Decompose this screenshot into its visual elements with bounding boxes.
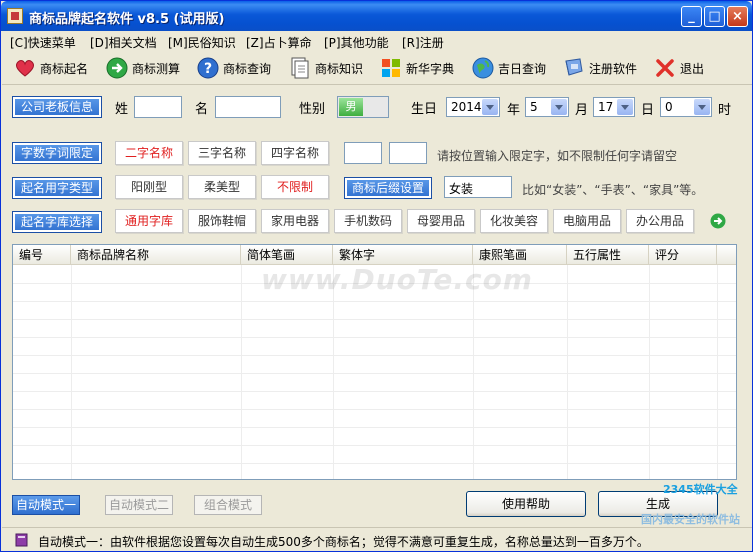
- help-icon: ?: [197, 57, 219, 79]
- tool-brand-knowledge[interactable]: 商标知识: [289, 54, 363, 82]
- status-bar: 自动模式一：由软件根据您设置每次自动生成500多个商标名；觉得不满意可重复生成，…: [2, 527, 752, 551]
- day-label: 日: [641, 103, 655, 118]
- limit-hint: 请按位置输入限定字，如不限制任何字请留空: [437, 149, 678, 163]
- feminine-option[interactable]: 柔美型: [188, 175, 256, 199]
- gender-toggle[interactable]: 男: [337, 96, 389, 118]
- col-brand-name[interactable]: 商标品牌名称: [71, 245, 241, 265]
- col-simplified-strokes[interactable]: 简体笔画: [241, 245, 333, 265]
- arrow-right-icon: [106, 57, 128, 79]
- library-digital[interactable]: 手机数码: [334, 209, 402, 233]
- suffix-settings-button[interactable]: 商标后缀设置: [344, 177, 432, 199]
- site-logo: 2345软件大全 国内最安全的软件站: [641, 483, 740, 526]
- company-boss-info-button[interactable]: 公司老板信息: [12, 96, 102, 118]
- table-header: 编号 商标品牌名称 简体笔画 繁体字 康熙笔画 五行属性 评分: [13, 245, 736, 265]
- chevron-down-icon: [551, 99, 567, 115]
- app-icon: [7, 8, 23, 24]
- toolbar: 商标起名 商标测算 ? 商标查询 商标知识 新华字典 吉日查询 注册软件 退出: [2, 51, 752, 85]
- auto-mode-2-button[interactable]: 自动模式二: [105, 495, 173, 515]
- limit-char-2-input[interactable]: [389, 142, 427, 164]
- given-name-input[interactable]: [215, 96, 281, 118]
- status-text: 自动模式一：由软件根据您设置每次自动生成500多个商标名；觉得不满意可重复生成，…: [38, 535, 649, 549]
- app-window: 商标品牌起名软件 v8.5 (试用版) _ □ × [C]快速菜单 [D]相关文…: [0, 0, 753, 552]
- col-kangxi-strokes[interactable]: 康熙笔画: [473, 245, 567, 265]
- book-icon: [14, 532, 30, 548]
- chevron-down-icon: [482, 99, 498, 115]
- library-appliances[interactable]: 家用电器: [261, 209, 329, 233]
- unlimited-option[interactable]: 不限制: [261, 175, 329, 199]
- auto-mode-1-button[interactable]: 自动模式一: [12, 495, 80, 515]
- chevron-down-icon: [617, 99, 633, 115]
- menu-divination[interactable]: [Z]占卜算命: [246, 34, 312, 51]
- library-office[interactable]: 办公用品: [626, 209, 694, 233]
- title-bar[interactable]: 商标品牌起名软件 v8.5 (试用版) _ □ ×: [1, 1, 752, 31]
- surname-label: 姓: [115, 102, 129, 117]
- day-select[interactable]: 17: [593, 97, 635, 117]
- tool-brand-naming[interactable]: 商标起名: [14, 54, 88, 82]
- masculine-option[interactable]: 阳刚型: [115, 175, 183, 199]
- menu-docs[interactable]: [D]相关文档: [90, 34, 157, 51]
- tool-exit[interactable]: 退出: [654, 54, 704, 82]
- close-x-icon: [654, 57, 676, 79]
- chevron-down-icon: [694, 99, 710, 115]
- hour-select[interactable]: 0: [660, 97, 712, 117]
- watermark: www.DuoTe.com: [261, 263, 533, 296]
- windows-flag-icon: [380, 57, 402, 79]
- col-five-elements[interactable]: 五行属性: [567, 245, 649, 265]
- combo-mode-button[interactable]: 组合模式: [194, 495, 262, 515]
- tool-brand-evaluate[interactable]: 商标测算: [106, 54, 180, 82]
- globe-icon: [472, 57, 494, 79]
- svg-text:?: ?: [204, 61, 212, 77]
- menu-bar: [C]快速菜单 [D]相关文档 [M]民俗知识 [Z]占卜算命 [P]其他功能 …: [2, 31, 752, 51]
- menu-quick[interactable]: [C]快速菜单: [10, 34, 76, 51]
- col-traditional[interactable]: 繁体字: [333, 245, 473, 265]
- menu-other[interactable]: [P]其他功能: [324, 34, 389, 51]
- menu-register[interactable]: [R]注册: [402, 34, 444, 51]
- tool-brand-query[interactable]: ? 商标查询: [197, 54, 271, 82]
- birthday-label: 生日: [411, 102, 438, 117]
- col-score[interactable]: 评分: [649, 245, 717, 265]
- word-count-limit-button[interactable]: 字数字词限定: [12, 142, 102, 164]
- tool-register[interactable]: 注册软件: [563, 54, 637, 82]
- menu-folk[interactable]: [M]民俗知识: [168, 34, 236, 51]
- col-number[interactable]: 编号: [13, 245, 71, 265]
- minimize-button[interactable]: _: [681, 6, 702, 27]
- three-char-option[interactable]: 三字名称: [188, 141, 256, 165]
- shield-icon: [563, 57, 585, 79]
- gender-value: 男: [339, 98, 363, 116]
- surname-input[interactable]: [134, 96, 182, 118]
- char-library-button[interactable]: 起名字库选择: [12, 211, 102, 233]
- suffix-input[interactable]: 女装: [444, 176, 512, 198]
- library-apparel[interactable]: 服饰鞋帽: [188, 209, 256, 233]
- char-type-button[interactable]: 起名用字类型: [12, 177, 102, 199]
- library-general[interactable]: 通用字库: [115, 209, 183, 233]
- help-button[interactable]: 使用帮助: [466, 491, 586, 517]
- more-libraries-icon[interactable]: [710, 213, 726, 232]
- tool-lucky-day[interactable]: 吉日查询: [472, 54, 546, 82]
- library-baby[interactable]: 母婴用品: [407, 209, 475, 233]
- four-char-option[interactable]: 四字名称: [261, 141, 329, 165]
- two-char-option[interactable]: 二字名称: [115, 141, 183, 165]
- month-select[interactable]: 5: [525, 97, 569, 117]
- results-table[interactable]: 编号 商标品牌名称 简体笔画 繁体字 康熙笔画 五行属性 评分 www.DuoT…: [12, 244, 737, 480]
- maximize-button[interactable]: □: [704, 6, 725, 27]
- heart-icon: [14, 57, 36, 79]
- tool-dictionary[interactable]: 新华字典: [380, 54, 454, 82]
- hour-label: 时: [718, 103, 732, 118]
- month-label: 月: [575, 103, 589, 118]
- library-computer[interactable]: 电脑用品: [553, 209, 621, 233]
- window-title: 商标品牌起名软件 v8.5 (试用版): [29, 12, 225, 27]
- document-icon: [289, 57, 311, 79]
- given-name-label: 名: [195, 102, 209, 117]
- gender-label: 性别: [299, 102, 326, 117]
- suffix-hint: 比如“女装”、“手表”、“家具”等。: [522, 183, 704, 197]
- limit-char-1-input[interactable]: [344, 142, 382, 164]
- year-label: 年: [507, 103, 521, 118]
- close-button[interactable]: ×: [727, 6, 748, 27]
- year-select[interactable]: 2014: [446, 97, 500, 117]
- library-cosmetics[interactable]: 化妆美容: [480, 209, 548, 233]
